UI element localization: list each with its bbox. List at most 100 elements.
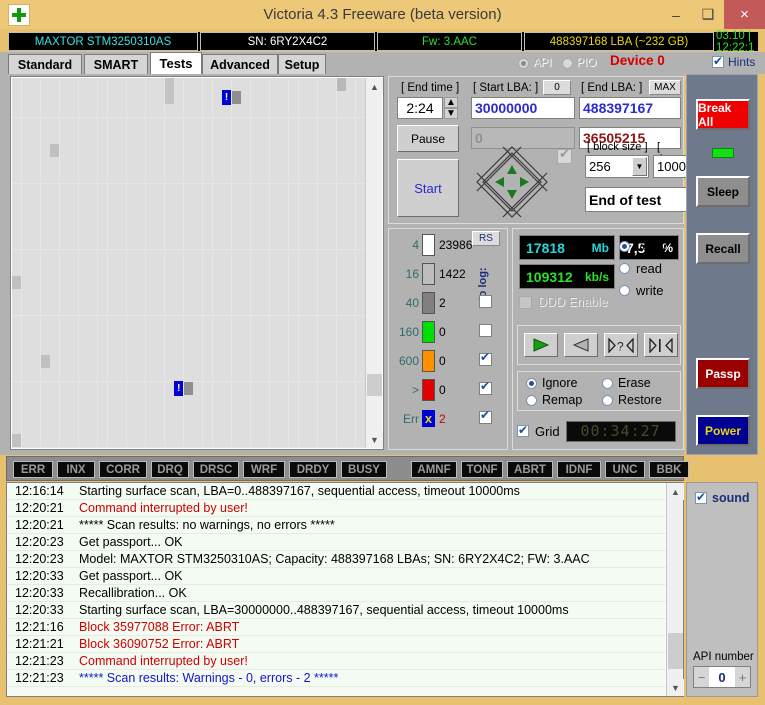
tab-tests[interactable]: Tests bbox=[150, 52, 202, 74]
log-scrollbar[interactable]: ▲ ▼ bbox=[666, 483, 683, 696]
api-decrement-button[interactable]: − bbox=[694, 667, 709, 687]
recall-button[interactable]: Recall bbox=[696, 233, 750, 264]
play-forward-icon[interactable] bbox=[524, 333, 558, 357]
log-scroll-up-icon[interactable]: ▲ bbox=[667, 483, 684, 500]
start-button[interactable]: Start bbox=[397, 159, 459, 217]
scan-cell bbox=[318, 91, 327, 104]
action-restore[interactable]: Restore bbox=[602, 393, 662, 407]
scan-cell bbox=[136, 342, 145, 355]
scan-cell bbox=[251, 302, 260, 315]
scan-grid-canvas[interactable]: !! bbox=[12, 78, 366, 448]
to-log-checkbox[interactable] bbox=[479, 295, 492, 308]
butterfly-seek-icon[interactable] bbox=[644, 333, 678, 357]
mode-verify[interactable]: verify bbox=[619, 235, 667, 257]
scan-cell bbox=[260, 408, 269, 421]
block-size-select[interactable]: 256 ▼ bbox=[585, 155, 649, 178]
scan-cell bbox=[60, 434, 69, 447]
pio-radio[interactable] bbox=[562, 58, 573, 69]
hints-toggle[interactable]: Hints bbox=[712, 55, 755, 69]
scan-cell bbox=[88, 210, 97, 223]
erase-radio[interactable] bbox=[602, 378, 613, 389]
scan-cell bbox=[108, 355, 117, 368]
end-time-field[interactable]: 2:24 bbox=[397, 97, 443, 119]
direction-pad[interactable] bbox=[475, 145, 549, 219]
hints-checkbox[interactable] bbox=[712, 56, 724, 68]
scan-cell bbox=[184, 170, 193, 183]
api-radio[interactable] bbox=[518, 58, 529, 69]
restore-radio[interactable] bbox=[602, 395, 613, 406]
grid-checkbox[interactable] bbox=[517, 425, 529, 437]
action-erase[interactable]: Erase bbox=[602, 376, 651, 390]
to-log-checkbox[interactable] bbox=[479, 411, 492, 424]
read-radio[interactable] bbox=[619, 263, 630, 274]
api-number-stepper[interactable]: − 0 + bbox=[693, 666, 751, 688]
event-log-panel[interactable]: 12:16:14Starting surface scan, LBA=0..48… bbox=[6, 482, 684, 697]
mode-read[interactable]: read bbox=[619, 257, 667, 279]
to-log-checkbox[interactable] bbox=[479, 382, 492, 395]
scan-cell bbox=[165, 263, 174, 276]
verify-radio[interactable] bbox=[619, 241, 630, 252]
close-button[interactable]: × bbox=[724, 0, 765, 29]
end-lba-max-button[interactable]: MAX bbox=[649, 80, 681, 95]
maximize-button[interactable]: ❑ bbox=[692, 0, 724, 29]
action-ignore[interactable]: Ignore bbox=[526, 376, 577, 390]
scan-cell bbox=[60, 78, 69, 91]
scan-cell bbox=[356, 368, 365, 381]
scan-cell bbox=[270, 289, 279, 302]
end-time-up-icon[interactable]: ▲ bbox=[444, 97, 458, 108]
log-scrollbar-thumb[interactable] bbox=[668, 633, 683, 669]
scroll-down-icon[interactable]: ▼ bbox=[366, 431, 383, 448]
action-remap[interactable]: Remap bbox=[526, 393, 582, 407]
scan-cell bbox=[203, 131, 212, 144]
chevron-down-icon[interactable]: ▼ bbox=[632, 157, 647, 176]
scan-cell bbox=[251, 276, 260, 289]
remap-radio[interactable] bbox=[526, 395, 537, 406]
scrollbar-thumb[interactable] bbox=[367, 374, 382, 396]
sound-toggle[interactable]: sound bbox=[695, 491, 750, 505]
action-sidebar: Break All Sleep Recall Passp Power bbox=[686, 74, 758, 455]
dpad-enable-checkbox[interactable]: ✔ bbox=[557, 149, 572, 164]
scan-cell bbox=[155, 276, 164, 289]
status-flag-busy: BUSY bbox=[341, 461, 387, 478]
power-button[interactable]: Power bbox=[696, 415, 750, 446]
api-increment-button[interactable]: + bbox=[735, 667, 750, 687]
mode-write[interactable]: write bbox=[619, 279, 667, 301]
break-all-button[interactable]: Break All bbox=[696, 99, 750, 130]
pause-button[interactable]: Pause bbox=[397, 125, 459, 152]
scan-grid-scrollbar[interactable]: ▲ ▼ bbox=[365, 78, 382, 448]
scan-cell bbox=[146, 91, 155, 104]
end-lba-field[interactable]: 488397167 bbox=[579, 97, 681, 119]
scan-cell bbox=[146, 263, 155, 276]
scan-cell bbox=[337, 434, 346, 447]
to-log-checkbox[interactable] bbox=[479, 353, 492, 366]
scan-cell bbox=[308, 104, 317, 117]
start-lba-zero-button[interactable]: 0 bbox=[543, 80, 571, 95]
scan-cell bbox=[308, 78, 317, 91]
scan-cell bbox=[79, 395, 88, 408]
sound-checkbox[interactable] bbox=[695, 492, 707, 504]
ignore-radio[interactable] bbox=[526, 378, 537, 389]
scan-cell bbox=[299, 197, 308, 210]
scan-cell bbox=[241, 368, 250, 381]
victoria-app-window: Victoria 4.3 Freeware (beta version) – ❑… bbox=[0, 0, 765, 705]
to-log-checkbox[interactable] bbox=[479, 324, 492, 337]
log-scroll-down-icon[interactable]: ▼ bbox=[667, 679, 684, 696]
play-backward-icon[interactable] bbox=[564, 333, 598, 357]
write-radio[interactable] bbox=[619, 285, 630, 296]
passport-button[interactable]: Passp bbox=[696, 358, 750, 389]
scan-cell bbox=[270, 223, 279, 236]
start-lba-field[interactable]: 30000000 bbox=[471, 97, 575, 119]
end-time-down-icon[interactable]: ▼ bbox=[444, 108, 458, 119]
minimize-button[interactable]: – bbox=[660, 0, 692, 29]
random-seek-icon[interactable]: ? bbox=[604, 333, 638, 357]
tab-advanced[interactable]: Advanced bbox=[202, 54, 278, 74]
tab-standard[interactable]: Standard bbox=[8, 54, 82, 74]
scan-cell bbox=[356, 276, 365, 289]
scan-cell bbox=[184, 316, 193, 329]
scan-cell bbox=[165, 118, 174, 131]
surface-scan-map[interactable]: !! ▲ ▼ bbox=[10, 76, 384, 450]
sleep-button[interactable]: Sleep bbox=[696, 176, 750, 207]
tab-smart[interactable]: SMART bbox=[84, 54, 148, 74]
scroll-up-icon[interactable]: ▲ bbox=[366, 78, 383, 95]
tab-setup[interactable]: Setup bbox=[278, 54, 326, 74]
